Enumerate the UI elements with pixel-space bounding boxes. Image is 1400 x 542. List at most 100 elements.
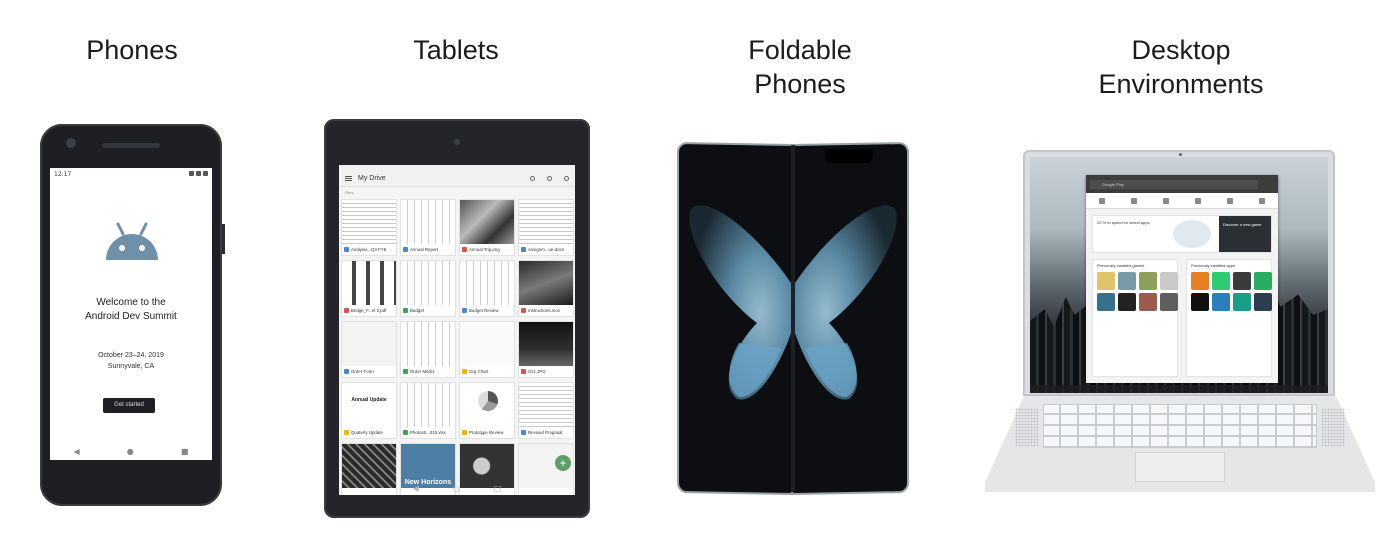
heading-desktop-line1: Desktop [1131,35,1231,65]
view-toggle-icon[interactable] [547,176,552,181]
menu-icon[interactable] [345,176,352,181]
play-search-input[interactable]: Google Play [1090,179,1258,189]
file-thumbnail [519,383,573,427]
phone-screen: 12:17 Welcome to the Android Dev Summit … [50,168,212,460]
home-icon[interactable]: ● [127,447,134,456]
tab-editors-choice-icon[interactable] [1195,197,1201,204]
file-card[interactable]: Bridge_F...el 2.pdf [341,260,397,317]
file-grid: Analysis...Q3 FY8 Annual Report Annual Tri… [341,199,574,495]
file-card[interactable]: Order Metrix [400,321,456,378]
file-thumbnail [460,383,514,427]
file-caption: Org Chart [460,365,514,377]
app-tile[interactable] [1118,272,1136,290]
earpiece-speaker [102,143,160,148]
app-tile[interactable] [1191,293,1209,311]
file-card[interactable]: Analysis...Q3 FY8 [341,199,397,256]
file-card[interactable]: Budget [400,260,456,317]
laptop-lid: Google Play 20 % to spend on select apps… [1023,150,1335,396]
back-icon[interactable]: ◀ [413,484,419,493]
promo-banner[interactable]: 20 % to spend on select apps Discover a … [1092,215,1272,253]
file-caption: Quaterly Update [342,426,396,438]
file-card[interactable]: Org Chart [459,321,515,378]
file-name: Instructions.mov [528,307,560,313]
file-thumbnail [342,200,396,244]
drive-toolbar: My Drive [339,171,575,187]
app-tile[interactable] [1233,293,1251,311]
heading-phones: Phones [52,33,212,67]
file-card[interactable]: Annual Report [400,199,456,256]
back-icon[interactable]: ◀ [74,447,80,456]
app-tile[interactable] [1254,293,1272,311]
installed-games-grid [1093,270,1178,313]
file-card[interactable]: Ozz.JPG [518,321,574,378]
tab-early-access-icon[interactable] [1259,197,1265,204]
wifi-icon [189,170,194,176]
app-tile[interactable] [1097,272,1115,290]
tab-categories-icon[interactable] [1163,197,1169,204]
app-tile[interactable] [1097,293,1115,311]
app-tile[interactable] [1212,272,1230,290]
get-started-button[interactable]: Get started [103,398,155,413]
play-category-tabs [1086,193,1278,209]
file-caption: Revised Proposal [519,426,573,438]
file-type-icon [521,429,526,435]
file-type-icon [344,246,349,252]
installed-games-title: Previously installed games [1097,263,1145,268]
file-thumbnail [460,444,514,488]
app-tile[interactable] [1139,293,1157,311]
file-card[interactable]: Annual Trip.png [459,199,515,256]
tab-top-charts-icon[interactable] [1131,197,1137,204]
file-card[interactable]: Photos5...215.xlsx [400,382,456,439]
search-icon[interactable] [530,176,535,181]
welcome-line1: Welcome to the [96,297,166,308]
file-type-icon [403,429,408,435]
file-card[interactable]: Budget Review [459,260,515,317]
file-thumbnail [519,200,573,244]
file-caption: Instructions.mov [519,304,573,316]
file-name: Org Chart [469,368,489,374]
keyboard[interactable] [1043,404,1317,448]
more-options-icon[interactable] [564,176,569,181]
tablet-screen: My Drive Files Analysis...Q3 FY8 Annual R… [339,165,575,495]
heading-desktop-line2: Environments [1098,69,1264,99]
tab-family-icon[interactable] [1227,197,1233,204]
app-tile[interactable] [1160,272,1178,290]
file-card[interactable]: Instructions.mov [518,260,574,317]
trackpad[interactable] [1135,452,1225,482]
right-speaker-grille [1321,408,1345,446]
play-store-topbar: Google Play [1086,175,1278,193]
foldable-device [677,141,909,496]
file-caption: Bridge_F...el 2.pdf [342,304,396,316]
file-name: Ozz.JPG [528,368,546,374]
event-info: October 23–24, 2019 Sunnyvale, CA [50,350,212,372]
status-icons [187,170,208,178]
file-card[interactable]: Order Form [341,321,397,378]
app-tile[interactable] [1139,272,1157,290]
app-tile[interactable] [1118,293,1136,311]
file-thumbnail [519,322,573,366]
file-name: Budget Review [469,307,499,313]
laptop-camera [1179,153,1182,156]
recents-icon[interactable]: ■ [181,447,189,456]
status-time: 12:17 [54,170,72,178]
recents-icon[interactable]: □ [494,484,502,493]
app-tile[interactable] [1160,293,1178,311]
app-tile[interactable] [1212,293,1230,311]
file-caption: Order Form [342,365,396,377]
file-name: Order Metrix [410,368,435,374]
phone-nav-bar: ◀ ● ■ [50,447,212,456]
file-type-icon [344,429,349,435]
app-tile[interactable] [1233,272,1251,290]
app-tile[interactable] [1254,272,1272,290]
new-file-fab[interactable]: + [555,455,571,471]
file-name: Budget [410,307,424,313]
file-card[interactable]: Annual Update Quaterly Update [341,382,397,439]
file-card[interactable]: Assignm...ue-docs [518,199,574,256]
file-card[interactable]: Revised Proposal [518,382,574,439]
tab-home-icon[interactable] [1099,197,1105,204]
app-tile[interactable] [1191,272,1209,290]
file-thumbnail [401,200,455,244]
tablet-camera [454,139,460,145]
file-card[interactable]: Prototype Review [459,382,515,439]
home-icon[interactable]: ○ [453,484,460,493]
